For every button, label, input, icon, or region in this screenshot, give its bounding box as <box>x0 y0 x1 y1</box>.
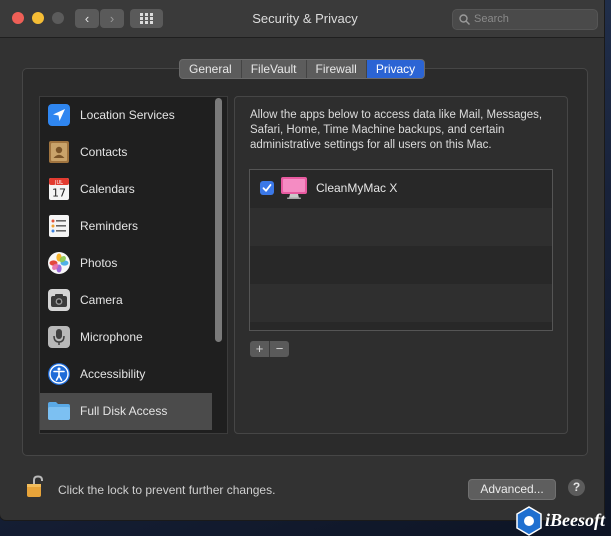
empty-row <box>250 208 552 246</box>
microphone-icon <box>48 326 70 348</box>
tab-filevault[interactable]: FileVault <box>242 60 307 78</box>
app-name: CleanMyMac X <box>316 181 398 195</box>
advanced-button[interactable]: Advanced... <box>468 479 556 500</box>
sidebar-item-contacts[interactable]: Contacts <box>40 134 212 171</box>
calendar-day: 17 <box>52 187 66 200</box>
add-remove-controls: + − <box>250 341 289 357</box>
zoom-window-button[interactable] <box>52 12 64 24</box>
empty-row <box>250 246 552 284</box>
search-icon <box>459 14 470 25</box>
grid-icon <box>140 13 153 24</box>
sidebar-item-label: Microphone <box>80 330 143 344</box>
lock-status-text: Click the lock to prevent further change… <box>58 483 276 497</box>
ibeesoft-logo-icon <box>516 506 542 536</box>
app-row-cleanmymac[interactable]: CleanMyMac X <box>250 170 552 208</box>
accessibility-icon <box>48 363 70 385</box>
photos-icon <box>48 252 70 274</box>
close-window-button[interactable] <box>12 12 24 24</box>
sidebar-item-photos[interactable]: Photos <box>40 245 212 282</box>
help-button[interactable]: ? <box>568 479 585 496</box>
calendar-month: JUL <box>54 180 63 186</box>
show-all-button[interactable] <box>130 9 163 28</box>
cleanmymac-app-icon <box>281 177 307 199</box>
sidebar-item-label: Calendars <box>80 182 135 196</box>
camera-icon <box>48 289 70 311</box>
add-app-button[interactable]: + <box>250 341 270 357</box>
calendar-icon: JUL 17 <box>49 178 69 200</box>
sidebar-item-label: Reminders <box>80 219 139 233</box>
sidebar-item-label: Accessibility <box>80 367 146 381</box>
sidebar-item-label: Location Services <box>80 108 175 122</box>
forward-button[interactable]: › <box>100 9 124 28</box>
sidebar-item-calendars[interactable]: JUL 17 Calendars <box>40 171 212 208</box>
contacts-icon <box>49 141 69 163</box>
sidebar-item-full-disk-access[interactable]: Full Disk Access <box>40 393 212 430</box>
sidebar-item-camera[interactable]: Camera <box>40 282 212 319</box>
back-button[interactable]: ‹ <box>75 9 99 28</box>
tab-general[interactable]: General <box>180 60 242 78</box>
watermark-text: iBeesoft <box>545 510 605 530</box>
sidebar-item-label: Camera <box>80 293 123 307</box>
sidebar-item-reminders[interactable]: Reminders <box>40 208 212 245</box>
empty-row <box>250 322 552 330</box>
unlocked-lock-icon[interactable] <box>26 475 46 499</box>
search-input[interactable] <box>474 11 590 27</box>
location-icon <box>48 104 70 126</box>
sidebar-item-label: Photos <box>80 256 118 270</box>
window-title: Security & Privacy <box>252 11 358 26</box>
security-privacy-window: ‹ › Security & Privacy General FileVault… <box>0 0 604 520</box>
empty-row <box>250 284 552 322</box>
sidebar-item-accessibility[interactable]: Accessibility <box>40 356 212 393</box>
sidebar-item-label: Contacts <box>80 145 128 159</box>
sidebar-scrollbar[interactable] <box>215 98 222 342</box>
titlebar: ‹ › Security & Privacy <box>0 0 604 38</box>
sidebar-item-microphone[interactable]: Microphone <box>40 319 212 356</box>
remove-app-button[interactable]: − <box>270 341 289 357</box>
access-description: Allow the apps below to access data like… <box>250 109 543 151</box>
folder-icon <box>48 402 70 420</box>
tab-bar: General FileVault Firewall Privacy <box>179 59 426 79</box>
minimize-window-button[interactable] <box>32 12 44 24</box>
checkmark-icon <box>262 184 272 192</box>
search-field[interactable] <box>452 9 598 30</box>
reminders-icon <box>49 215 69 237</box>
privacy-category-list[interactable]: Location Services Contacts JUL 17 Calend… <box>39 96 228 434</box>
sidebar-item-location-services[interactable]: Location Services <box>40 97 212 134</box>
app-list[interactable]: CleanMyMac X <box>249 169 553 331</box>
sidebar-item-label: Full Disk Access <box>80 404 168 418</box>
tab-firewall[interactable]: Firewall <box>307 60 367 78</box>
app-checkbox[interactable] <box>260 181 274 195</box>
tab-privacy[interactable]: Privacy <box>366 60 425 78</box>
